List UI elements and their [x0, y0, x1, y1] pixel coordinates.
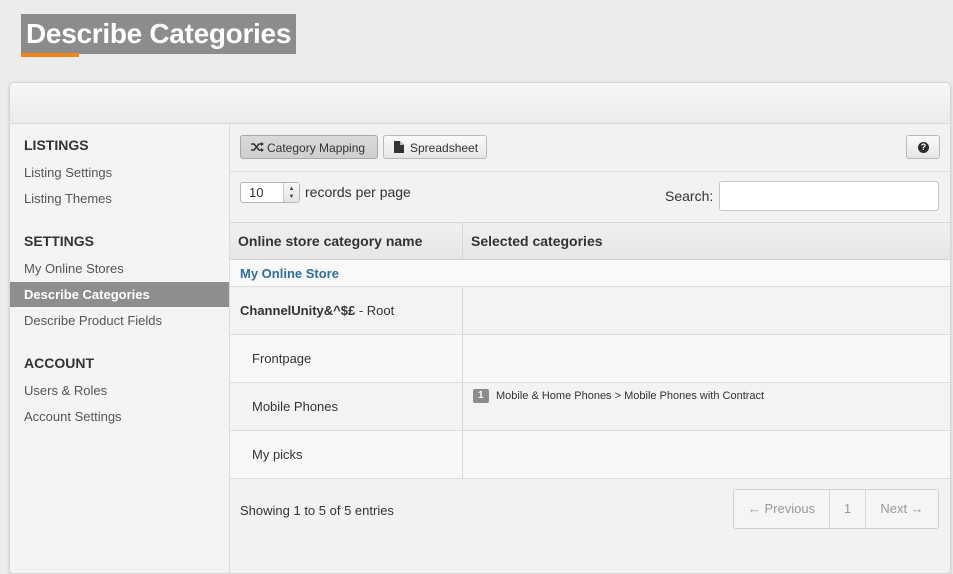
- toolbar: Category Mapping Spreadsheet ?: [230, 124, 950, 172]
- selected-categories-cell[interactable]: [463, 431, 950, 478]
- main-content: Category Mapping Spreadsheet ? 10 ▲ ▼ rec…: [230, 124, 950, 573]
- sidebar-item-describe-categories[interactable]: Describe Categories: [10, 282, 229, 307]
- column-header-selected-categories[interactable]: Selected categories: [471, 223, 603, 261]
- sidebar-item-account-settings[interactable]: Account Settings: [24, 409, 122, 424]
- sidebar-item-my-online-stores[interactable]: My Online Stores: [24, 261, 124, 276]
- sidebar-item-describe-product-fields[interactable]: Describe Product Fields: [24, 313, 162, 328]
- sidebar: LISTINGS Listing Settings Listing Themes…: [10, 124, 230, 573]
- main-panel: LISTINGS Listing Settings Listing Themes…: [9, 82, 951, 574]
- selected-categories-cell[interactable]: 1 Mobile & Home Phones > Mobile Phones w…: [463, 383, 950, 430]
- sidebar-item-users-roles[interactable]: Users & Roles: [24, 383, 107, 398]
- table-header: Online store category name Selected cate…: [230, 222, 950, 261]
- category-name-rest: Frontpage: [252, 351, 312, 366]
- document-icon: [394, 141, 404, 153]
- group-label-my-online-store[interactable]: My Online Store: [240, 260, 339, 287]
- select-arrows-icon: ▲ ▼: [283, 183, 299, 202]
- sidebar-item-listing-settings[interactable]: Listing Settings: [24, 165, 112, 180]
- spreadsheet-button[interactable]: Spreadsheet: [383, 135, 487, 159]
- category-mapping-button[interactable]: Category Mapping: [240, 135, 378, 159]
- sidebar-item-listing-themes[interactable]: Listing Themes: [24, 191, 112, 206]
- search-input[interactable]: [719, 181, 939, 211]
- category-name: My picks: [252, 431, 303, 478]
- selected-categories-cell[interactable]: [463, 335, 950, 382]
- group-row: My Online Store: [230, 260, 950, 287]
- search-label: Search:: [665, 188, 714, 204]
- help-button[interactable]: ?: [906, 135, 940, 159]
- pagination: ← Previous 1 Next →: [733, 489, 939, 529]
- panel-header: [10, 83, 950, 124]
- column-divider: [462, 223, 463, 261]
- category-mapping-label: Category Mapping: [267, 141, 366, 155]
- category-name-rest: Mobile Phones: [252, 399, 338, 414]
- spreadsheet-label: Spreadsheet: [410, 141, 479, 155]
- sidebar-heading-listings: LISTINGS: [24, 137, 89, 153]
- selected-category-path: Mobile & Home Phones > Mobile Phones wit…: [496, 390, 765, 402]
- previous-button[interactable]: ← Previous: [734, 490, 829, 528]
- selected-categories-cell[interactable]: [463, 287, 950, 334]
- category-name-bold: ChannelUnity&^$£: [240, 303, 356, 318]
- next-button[interactable]: Next →: [866, 490, 938, 528]
- category-name-rest: My picks: [252, 447, 303, 462]
- title-accent-underline: [21, 53, 79, 57]
- table-info: Showing 1 to 5 of 5 entries: [240, 503, 394, 518]
- records-per-page-label: records per page: [305, 184, 411, 200]
- page-title: Describe Categories: [21, 14, 297, 54]
- category-count-badge: 1: [473, 389, 489, 403]
- page-size-select[interactable]: 10 ▲ ▼: [240, 182, 300, 203]
- table-row[interactable]: My picks: [230, 431, 950, 479]
- category-name-rest: - Root: [355, 303, 395, 318]
- shuffle-icon: [251, 142, 264, 152]
- category-name: Frontpage: [252, 335, 311, 382]
- page-size-value: 10: [249, 185, 264, 200]
- sidebar-heading-account: ACCOUNT: [24, 355, 94, 371]
- page-button-1[interactable]: 1: [830, 490, 865, 528]
- table-row[interactable]: Frontpage: [230, 335, 950, 383]
- help-icon: ?: [918, 142, 929, 153]
- sidebar-heading-settings: SETTINGS: [24, 233, 95, 249]
- category-name: ChannelUnity&^$£ - Root: [240, 287, 394, 334]
- table-row[interactable]: ChannelUnity&^$£ - Root: [230, 287, 950, 335]
- table-row[interactable]: Mobile Phones 1 Mobile & Home Phones > M…: [230, 383, 950, 431]
- column-header-store-category[interactable]: Online store category name: [238, 223, 422, 261]
- category-name: Mobile Phones: [252, 383, 338, 430]
